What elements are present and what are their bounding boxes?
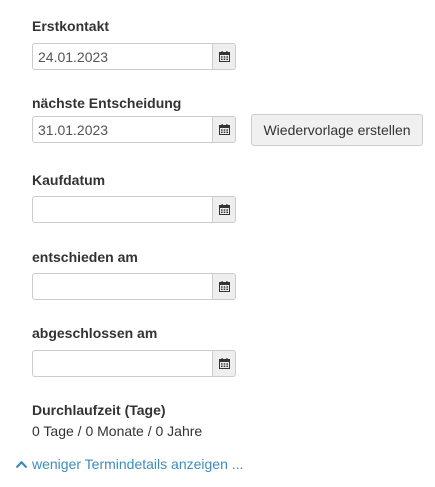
naechste-entscheidung-date-input[interactable] xyxy=(32,116,212,143)
kaufdatum-date-input[interactable] xyxy=(32,196,212,223)
abgeschlossen-am-label: abgeschlossen am xyxy=(32,325,158,341)
naechste-entscheidung-label: nächste Entscheidung xyxy=(32,95,182,111)
wiedervorlage-erstellen-button[interactable]: Wiedervorlage erstellen xyxy=(251,114,423,146)
abgeschlossen-am-calendar-button[interactable] xyxy=(212,350,236,377)
entschieden-am-label: entschieden am xyxy=(32,249,138,265)
durchlaufzeit-label: Durchlaufzeit (Tage) xyxy=(32,402,166,418)
weniger-termindetails-link[interactable]: weniger Termindetails anzeigen ... xyxy=(16,456,243,472)
naechste-entscheidung-date-group xyxy=(32,116,236,143)
abgeschlossen-am-date-group xyxy=(32,350,236,377)
weniger-termindetails-label: weniger Termindetails anzeigen ... xyxy=(32,456,244,472)
kaufdatum-label: Kaufdatum xyxy=(32,172,106,188)
chevron-up-icon xyxy=(16,461,27,468)
calendar-icon xyxy=(218,51,230,62)
kaufdatum-calendar-button[interactable] xyxy=(212,196,236,223)
erstkontakt-date-group xyxy=(32,43,236,70)
kaufdatum-date-group xyxy=(32,196,236,223)
entschieden-am-date-input[interactable] xyxy=(32,273,212,300)
erstkontakt-label: Erstkontakt xyxy=(32,18,110,34)
calendar-icon xyxy=(218,124,230,135)
calendar-icon xyxy=(218,358,230,369)
erstkontakt-calendar-button[interactable] xyxy=(212,43,236,70)
durchlaufzeit-value: 0 Tage / 0 Monate / 0 Jahre xyxy=(32,423,203,439)
entschieden-am-calendar-button[interactable] xyxy=(212,273,236,300)
abgeschlossen-am-date-input[interactable] xyxy=(32,350,212,377)
erstkontakt-date-input[interactable] xyxy=(32,43,212,70)
naechste-entscheidung-calendar-button[interactable] xyxy=(212,116,236,143)
calendar-icon xyxy=(218,281,230,292)
calendar-icon xyxy=(218,204,230,215)
entschieden-am-date-group xyxy=(32,273,236,300)
